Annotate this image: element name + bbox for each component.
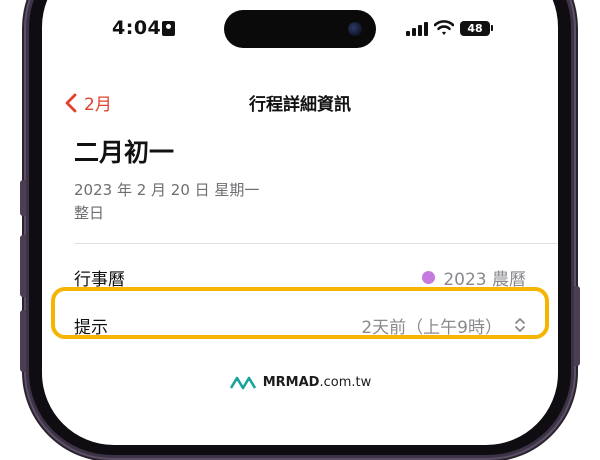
mrmad-logo-icon: [229, 376, 256, 389]
wifi-icon: [434, 20, 454, 35]
page-title: 行程詳細資訊: [249, 95, 351, 115]
side-button: [574, 286, 580, 366]
event-all-day: 整日: [74, 204, 105, 222]
status-time: 4:04: [112, 17, 162, 39]
camera-icon: [348, 22, 362, 36]
highlight-box: [51, 287, 549, 339]
watermark-brand: MRMAD: [262, 375, 320, 390]
cellular-signal-icon: [406, 22, 428, 36]
watermark-suffix: .com.tw: [319, 375, 372, 390]
contact-card-icon: [162, 21, 175, 36]
event-title: 二月初一: [74, 138, 175, 167]
calendar-label: 行事曆: [74, 269, 125, 290]
calendar-color-dot: [422, 270, 436, 284]
calendar-value: 2023 農曆: [422, 265, 526, 290]
volume-up-button: [20, 235, 26, 297]
action-button: [20, 180, 26, 216]
battery-tip: [491, 25, 493, 31]
volume-down-button: [20, 310, 26, 372]
battery-icon: 48: [460, 21, 490, 36]
watermark: MRMAD .com.tw: [0, 375, 600, 390]
calendar-name: 2023 農曆: [443, 269, 526, 290]
divider: [74, 243, 558, 244]
event-date: 2023 年 2 月 20 日 星期一: [74, 181, 260, 199]
